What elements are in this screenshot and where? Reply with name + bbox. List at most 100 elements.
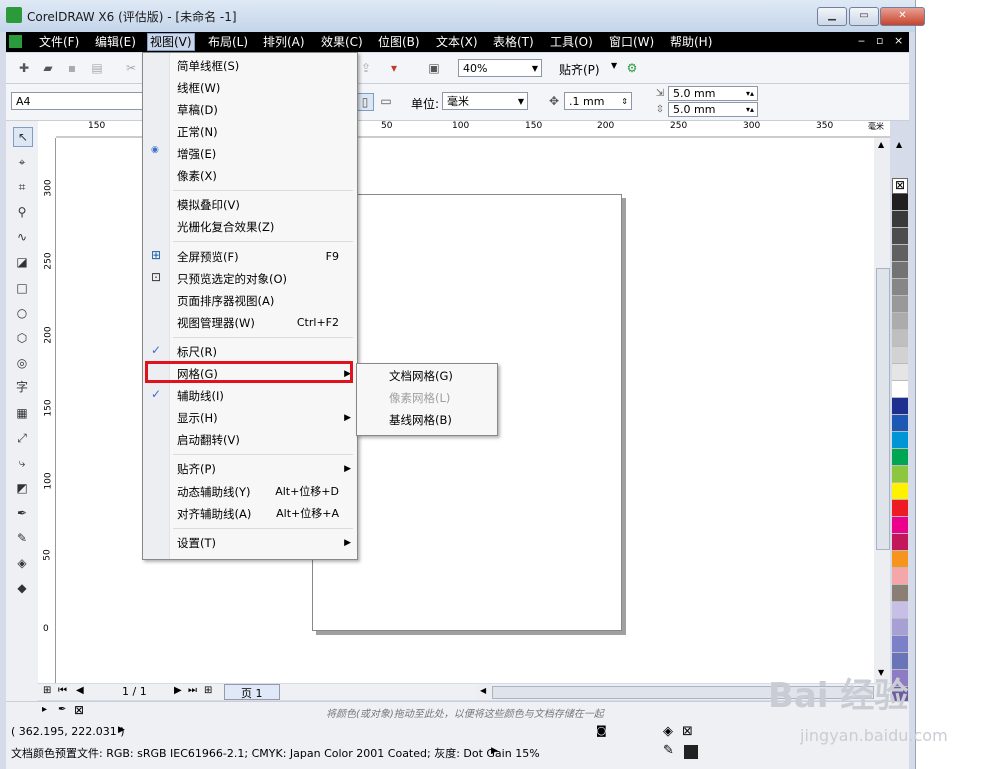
- submenu-item-document-grid[interactable]: 文档网格(G): [389, 368, 453, 384]
- interactive-fill-icon[interactable]: ◆: [13, 579, 31, 597]
- print-icon[interactable]: ▤: [89, 60, 105, 76]
- color-swatch[interactable]: [892, 432, 908, 449]
- app-launcher-icon[interactable]: ▾: [386, 60, 402, 76]
- menu-layout[interactable]: 布局(L): [206, 34, 250, 50]
- color-swatch[interactable]: [892, 245, 908, 262]
- menu-window[interactable]: 窗口(W): [607, 34, 656, 50]
- page-size-combo[interactable]: A4: [11, 92, 143, 110]
- menu-item-guidelines[interactable]: 辅助线(I): [177, 388, 224, 404]
- export-icon[interactable]: ⇪: [358, 60, 374, 76]
- menu-item-rulers[interactable]: 标尺(R): [177, 344, 217, 360]
- no-color-icon[interactable]: ⊠: [74, 703, 84, 717]
- menu-item-wireframe[interactable]: 线框(W): [177, 80, 220, 96]
- menu-item-setup[interactable]: 设置(T): [177, 535, 216, 551]
- palette-scroll-up-icon[interactable]: ▲: [896, 140, 902, 149]
- page-add-after-icon[interactable]: ⊞: [204, 685, 212, 696]
- submenu-item-baseline-grid[interactable]: 基线网格(B): [389, 412, 452, 428]
- rectangle-tool-icon[interactable]: □: [13, 279, 31, 297]
- menu-item-show[interactable]: 显示(H): [177, 410, 218, 426]
- color-swatch[interactable]: [892, 381, 908, 398]
- options-icon[interactable]: ⚙: [624, 60, 640, 76]
- ruler-origin[interactable]: [38, 121, 57, 139]
- menu-item-dynamic-guides[interactable]: 动态辅助线(Y): [177, 484, 251, 500]
- color-swatch[interactable]: [892, 619, 908, 636]
- menu-item-alignment-guides[interactable]: 对齐辅助线(A): [177, 506, 251, 522]
- menu-item-simple-wireframe[interactable]: 简单线框(S): [177, 58, 239, 74]
- last-page-icon[interactable]: ⏭: [188, 685, 197, 696]
- color-swatch[interactable]: [892, 398, 908, 415]
- eyedropper-icon[interactable]: ✒: [13, 504, 31, 522]
- menu-tools[interactable]: 工具(O): [548, 34, 595, 50]
- new-document-icon[interactable]: ✚: [16, 60, 32, 76]
- table-tool-icon[interactable]: ▦: [13, 404, 31, 422]
- smart-fill-icon[interactable]: ◪: [13, 253, 31, 271]
- doc-minimize-icon[interactable]: ‒: [858, 34, 865, 47]
- menu-item-view-manager[interactable]: 视图管理器(W): [177, 315, 255, 331]
- crop-tool-icon[interactable]: ⌗: [13, 178, 31, 196]
- color-swatch[interactable]: [892, 211, 908, 228]
- menu-effects[interactable]: 效果(C): [319, 34, 365, 50]
- cut-icon[interactable]: ✂: [123, 60, 139, 76]
- menu-item-full-screen-preview[interactable]: 全屏预览(F): [177, 249, 239, 265]
- menu-item-rasterize-complex[interactable]: 光栅化复合效果(Z): [177, 219, 274, 235]
- duplicate-x-input[interactable]: 5.0 mm ▾▴: [668, 86, 758, 101]
- chevron-down-icon[interactable]: ▼: [611, 61, 617, 70]
- color-swatch[interactable]: [892, 330, 908, 347]
- text-tool-icon[interactable]: 字: [13, 378, 31, 396]
- connector-tool-icon[interactable]: ⤷: [13, 454, 31, 472]
- maximize-button[interactable]: ▭: [849, 7, 879, 26]
- prev-page-icon[interactable]: ◀: [76, 685, 84, 696]
- menu-table[interactable]: 表格(T): [491, 34, 536, 50]
- zoom-tool-icon[interactable]: ⚲: [13, 203, 31, 221]
- save-icon[interactable]: ▪: [64, 60, 80, 76]
- vertical-ruler[interactable]: 300 250 200 150 100 50 0: [38, 138, 56, 683]
- expand-arrow-icon[interactable]: ▶: [118, 725, 125, 735]
- menu-item-pixels[interactable]: 像素(X): [177, 168, 217, 184]
- menu-item-draft[interactable]: 草稿(D): [177, 102, 218, 118]
- color-swatch[interactable]: [892, 262, 908, 279]
- color-swatch[interactable]: [892, 279, 908, 296]
- nudge-distance-input[interactable]: .1 mm ⇕: [564, 92, 632, 110]
- color-swatch[interactable]: [892, 466, 908, 483]
- no-color-swatch[interactable]: ⊠: [892, 178, 908, 194]
- color-swatch[interactable]: [892, 296, 908, 313]
- pick-tool-icon[interactable]: ↖: [13, 127, 33, 147]
- page-tab[interactable]: 页 1: [224, 684, 280, 700]
- scroll-left-icon[interactable]: ◀: [480, 686, 486, 695]
- menu-item-preview-selected[interactable]: 只预览选定的对象(O): [177, 271, 287, 287]
- color-swatch[interactable]: [892, 415, 908, 432]
- blend-tool-icon[interactable]: ◩: [13, 479, 31, 497]
- color-swatch[interactable]: [892, 636, 908, 653]
- menu-item-page-sorter[interactable]: 页面排序器视图(A): [177, 293, 274, 309]
- menu-text[interactable]: 文本(X): [434, 34, 480, 50]
- zoom-level-combo[interactable]: 40% ▼: [458, 59, 542, 77]
- color-swatch[interactable]: [892, 551, 908, 568]
- duplicate-y-input[interactable]: 5.0 mm ▾▴: [668, 102, 758, 117]
- first-page-icon[interactable]: ⏮: [58, 685, 67, 696]
- color-swatch[interactable]: [892, 585, 908, 602]
- fill-tool-icon[interactable]: ◈: [13, 554, 31, 572]
- color-swatch[interactable]: [892, 347, 908, 364]
- polygon-tool-icon[interactable]: ⬡: [13, 329, 31, 347]
- menu-help[interactable]: 帮助(H): [668, 34, 714, 50]
- basic-shapes-icon[interactable]: ◎: [13, 354, 31, 372]
- doc-close-icon[interactable]: ×: [894, 34, 903, 47]
- color-swatch[interactable]: [892, 194, 908, 211]
- scroll-up-icon[interactable]: ▲: [878, 140, 884, 149]
- outline-pen-status-icon[interactable]: ✎: [663, 743, 674, 758]
- freehand-tool-icon[interactable]: ∿: [13, 228, 31, 246]
- outline-pen-icon[interactable]: ✎: [13, 529, 31, 547]
- menu-view[interactable]: 视图(V): [147, 33, 195, 51]
- next-page-icon[interactable]: ▶: [174, 685, 182, 696]
- color-swatch[interactable]: [892, 449, 908, 466]
- menu-file[interactable]: 文件(F): [37, 34, 81, 50]
- menu-arrange[interactable]: 排列(A): [261, 34, 307, 50]
- menu-item-simulate-overprint[interactable]: 模拟叠印(V): [177, 197, 240, 213]
- profile-expand-icon[interactable]: ▶: [491, 746, 498, 756]
- eyedropper-small-icon[interactable]: ✒: [58, 704, 66, 715]
- doc-restore-icon[interactable]: ▫: [876, 34, 883, 47]
- color-swatch[interactable]: [892, 534, 908, 551]
- menu-item-enhanced[interactable]: 增强(E): [177, 146, 216, 162]
- portrait-icon[interactable]: ▯: [356, 93, 374, 111]
- menu-item-snap-to[interactable]: 贴齐(P): [177, 461, 216, 477]
